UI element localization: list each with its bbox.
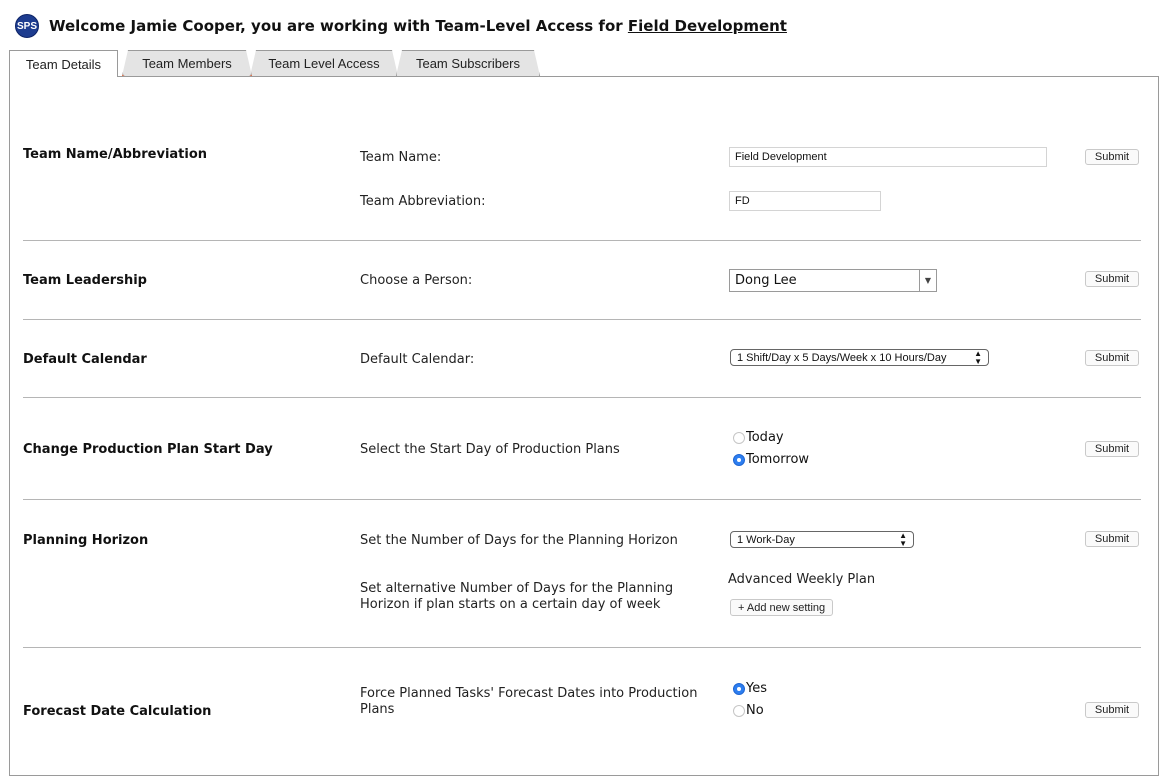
section-divider — [23, 499, 1141, 500]
radio-tomorrow[interactable] — [733, 453, 745, 466]
section-divider — [23, 397, 1141, 398]
radio-tomorrow-label: Tomorrow — [746, 452, 810, 467]
tab-team-details[interactable]: Team Details — [9, 50, 118, 77]
start-day-submit-button[interactable]: Submit — [1085, 441, 1139, 457]
select-arrows-icon: ▲ ▼ — [974, 348, 982, 366]
radio-today[interactable] — [733, 431, 745, 444]
section-title-forecast-date: Forecast Date Calculation — [23, 704, 212, 719]
team-abbreviation-label: Team Abbreviation: — [360, 194, 486, 209]
tab-team-subscribers[interactable]: Team Subscribers — [396, 50, 540, 76]
add-new-setting-button[interactable]: + Add new setting — [730, 599, 834, 616]
planning-horizon-label: Set the Number of Days for the Planning … — [360, 533, 678, 548]
planning-horizon-submit-button[interactable]: Submit — [1085, 531, 1139, 547]
radio-yes-label: Yes — [746, 681, 767, 696]
section-title-start-day: Change Production Plan Start Day — [23, 442, 273, 457]
radio-option-tomorrow[interactable]: Tomorrow — [733, 452, 809, 467]
choose-person-label: Choose a Person: — [360, 273, 473, 288]
welcome-text: Welcome Jamie Cooper, you are working wi… — [49, 17, 628, 35]
sps-logo: SPS — [15, 14, 39, 38]
forecast-date-label: Force Planned Tasks' Forecast Dates into… — [360, 686, 698, 717]
section-divider — [23, 319, 1141, 320]
person-combobox[interactable]: Dong Lee ▼ — [729, 269, 937, 292]
team-name-submit-button[interactable]: Submit — [1085, 149, 1139, 165]
start-day-label: Select the Start Day of Production Plans — [360, 442, 620, 457]
radio-no-label: No — [746, 703, 764, 718]
welcome-message: Welcome Jamie Cooper, you are working wi… — [49, 17, 787, 35]
planning-horizon-select[interactable]: 1 Work-Day ▲ ▼ — [730, 531, 914, 548]
section-title-team-name: Team Name/Abbreviation — [23, 147, 208, 162]
section-divider — [23, 647, 1141, 648]
radio-option-no[interactable]: No — [733, 703, 764, 718]
radio-option-yes[interactable]: Yes — [733, 681, 767, 696]
forecast-date-submit-button[interactable]: Submit — [1085, 702, 1139, 718]
advanced-weekly-plan-label: Advanced Weekly Plan — [728, 572, 876, 587]
alternative-horizon-label: Set alternative Number of Days for the P… — [360, 581, 674, 612]
tab-team-members[interactable]: Team Members — [122, 50, 252, 76]
team-leadership-submit-button[interactable]: Submit — [1085, 271, 1139, 287]
section-title-default-calendar: Default Calendar — [23, 352, 147, 367]
chevron-down-icon[interactable]: ▼ — [919, 270, 936, 291]
radio-yes[interactable] — [733, 682, 745, 695]
tab-team-level-access[interactable]: Team Level Access — [250, 50, 398, 76]
default-calendar-label: Default Calendar: — [360, 352, 475, 367]
radio-no[interactable] — [733, 704, 745, 717]
section-divider — [23, 240, 1141, 241]
default-calendar-select[interactable]: 1 Shift/Day x 5 Days/Week x 10 Hours/Day… — [730, 349, 989, 366]
section-title-team-leadership: Team Leadership — [23, 273, 147, 288]
default-calendar-submit-button[interactable]: Submit — [1085, 350, 1139, 366]
page-header: SPS Welcome Jamie Cooper, you are workin… — [15, 14, 787, 38]
team-name-input[interactable] — [729, 147, 1047, 167]
planning-horizon-select-value: 1 Work-Day — [737, 533, 795, 546]
team-name-label: Team Name: — [360, 150, 442, 165]
section-title-planning-horizon: Planning Horizon — [23, 533, 149, 548]
default-calendar-select-value: 1 Shift/Day x 5 Days/Week x 10 Hours/Day — [737, 351, 947, 364]
person-combobox-value: Dong Lee — [735, 273, 797, 288]
radio-today-label: Today — [746, 430, 784, 445]
radio-option-today[interactable]: Today — [733, 430, 784, 445]
team-link[interactable]: Field Development — [628, 17, 787, 35]
select-arrows-icon: ▲ ▼ — [899, 530, 907, 548]
team-abbreviation-input[interactable] — [729, 191, 881, 211]
team-details-panel — [9, 76, 1159, 776]
